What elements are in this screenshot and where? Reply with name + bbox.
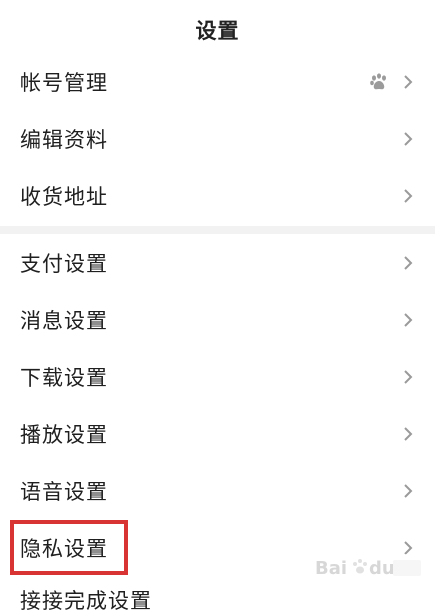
settings-row-partial[interactable]: 接接完成设置	[20, 585, 152, 615]
settings-row-payment[interactable]: 支付设置	[0, 234, 435, 291]
page-title: 设置	[195, 19, 240, 43]
settings-row-label: 隐私设置	[20, 536, 108, 561]
settings-row-edit-profile[interactable]: 编辑资料	[0, 110, 435, 167]
settings-row-label: 编辑资料	[20, 127, 108, 152]
settings-row-shipping-address[interactable]: 收货地址	[0, 167, 435, 224]
chevron-right-icon	[401, 425, 415, 443]
chevron-right-icon	[401, 482, 415, 500]
settings-row-download[interactable]: 下载设置	[0, 348, 435, 405]
settings-row-label: 下载设置	[20, 365, 108, 390]
chevron-right-icon	[401, 130, 415, 148]
settings-row-label: 收货地址	[20, 184, 108, 209]
baidu-paw-icon	[369, 72, 389, 92]
settings-row-label: 支付设置	[20, 251, 108, 276]
settings-row-voice[interactable]: 语音设置	[0, 462, 435, 519]
svg-text:Bai: Bai	[315, 558, 347, 579]
chevron-right-icon	[401, 254, 415, 272]
chevron-right-icon	[401, 73, 415, 91]
settings-row-label: 语音设置	[20, 479, 108, 504]
page-header: 设置	[0, 0, 435, 60]
settings-row-message[interactable]: 消息设置	[0, 291, 435, 348]
settings-row-account[interactable]: 帐号管理	[0, 53, 435, 110]
svg-text:du: du	[369, 558, 395, 579]
chevron-right-icon	[401, 187, 415, 205]
settings-row-label: 帐号管理	[20, 70, 108, 95]
watermark-logo: Bai du	[311, 548, 423, 586]
chevron-right-icon	[401, 368, 415, 386]
settings-row-playback[interactable]: 播放设置	[0, 405, 435, 462]
chevron-right-icon	[401, 311, 415, 329]
settings-row-label: 消息设置	[20, 308, 108, 333]
settings-row-label: 播放设置	[20, 422, 108, 447]
